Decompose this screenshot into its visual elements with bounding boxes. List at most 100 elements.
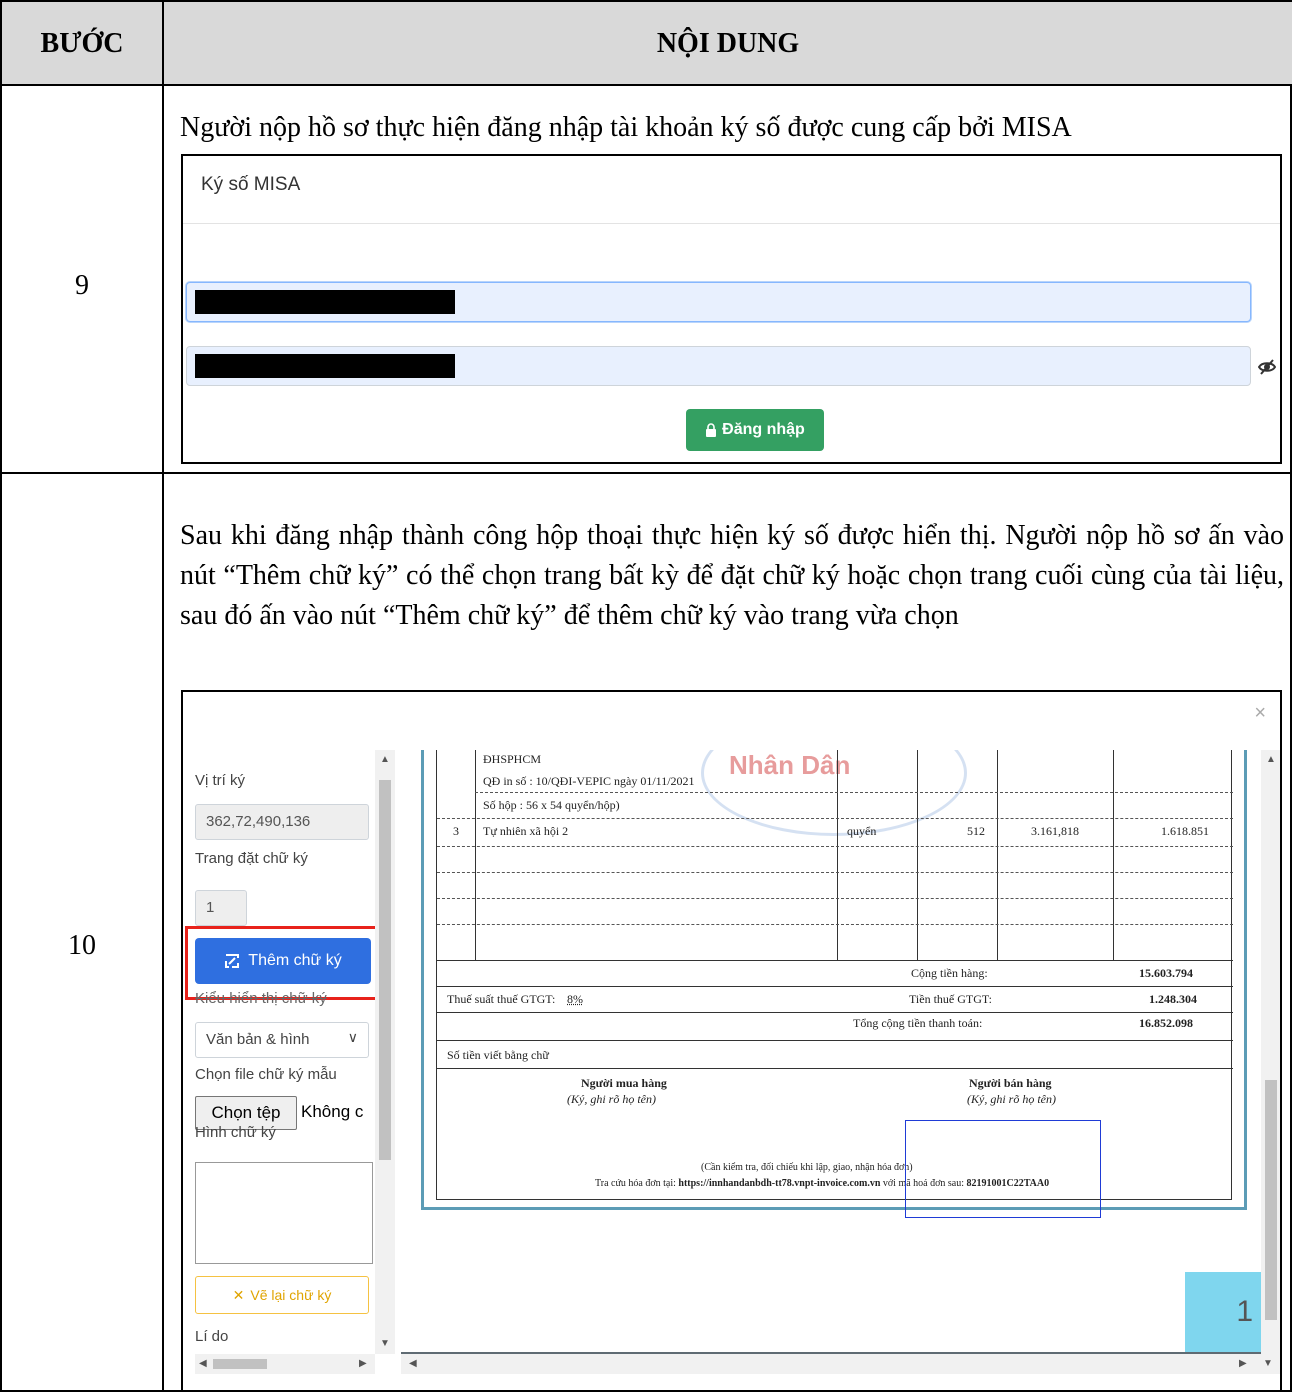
row-divider — [437, 960, 1233, 961]
sign-page-label: Trang đặt chữ ký — [195, 850, 308, 867]
close-icon: ✕ — [232, 1286, 245, 1303]
redacted-value — [195, 354, 455, 378]
scroll-left-icon[interactable]: ◀ — [409, 1358, 417, 1369]
seller-title: Người bán hàng — [969, 1076, 1052, 1090]
login-button[interactable]: Đăng nhập — [686, 409, 824, 451]
amount-in-words-label: Số tiền viết bằng chữ — [447, 1048, 549, 1062]
scroll-up-icon[interactable]: ▲ — [380, 754, 390, 765]
scroll-down-icon[interactable]: ▼ — [1263, 1358, 1273, 1369]
scroll-down-icon[interactable]: ▼ — [380, 1338, 390, 1349]
sign-page-input[interactable]: 1 — [195, 890, 247, 926]
chevron-down-icon: ∨ — [347, 1029, 358, 1045]
invoice-line-2: QĐ in số : 10/QĐI-VEPIC ngày 01/11/2021 — [483, 774, 695, 788]
redacted-value — [195, 290, 455, 314]
vat-label: Tiền thuế GTGT: — [909, 992, 992, 1006]
total-label: Tổng cộng tiền thanh toán: — [853, 1016, 983, 1030]
scroll-right-icon[interactable]: ▶ — [1239, 1358, 1247, 1369]
redraw-signature-button[interactable]: ✕ Vẽ lại chữ ký — [195, 1276, 369, 1314]
row-qty: 512 — [967, 824, 985, 838]
display-type-value: Văn bản & hình — [206, 1031, 310, 1048]
password-field[interactable] — [186, 346, 1251, 386]
row-price: 3.161,818 — [1031, 824, 1079, 838]
column-divider — [162, 2, 164, 1392]
header-content: NỘI DUNG — [656, 28, 800, 59]
eye-slash-icon[interactable] — [1258, 358, 1276, 376]
signature-image-label: Hình chữ ký — [195, 1124, 276, 1141]
scroll-left-icon[interactable]: ◀ — [199, 1358, 207, 1369]
step-number-10: 10 — [68, 930, 96, 961]
dialog-title: Ký số MISA — [201, 174, 301, 195]
lookup-url: https://innhandanbdh-tt78.vnpt-invoice.c… — [678, 1178, 881, 1189]
subtotal-label: Cộng tiền hàng: — [911, 966, 988, 980]
lookup-prefix: Tra cứu hóa đơn tại: — [595, 1178, 676, 1189]
seller-note: (Ký, ghi rõ họ tên) — [967, 1092, 1056, 1106]
header-divider — [2, 84, 1292, 86]
signature-settings-panel: Vị trí ký 362,72,490,136 Trang đặt chữ k… — [183, 750, 395, 1374]
vat-value: 1.248.304 — [1149, 992, 1197, 1006]
col-line — [1113, 750, 1114, 960]
vat-rate-label: Thuế suất thuế GTGT: — [447, 992, 556, 1006]
col-line — [475, 750, 476, 960]
username-field[interactable] — [186, 282, 1251, 322]
steps-table: BƯỚC NỘI DUNG 9 Người nộp hồ sơ thực hiệ… — [0, 0, 1292, 1392]
row-divider — [437, 818, 1233, 819]
scrollbar-thumb[interactable] — [379, 780, 391, 1160]
col-line — [997, 750, 998, 960]
scroll-up-icon[interactable]: ▲ — [1266, 754, 1276, 765]
row-name: Tự nhiên xã hội 2 — [483, 824, 569, 838]
row-divider — [437, 846, 1233, 847]
signature-drawing-area[interactable] — [195, 1162, 373, 1264]
row-no: 3 — [453, 824, 459, 838]
left-horizontal-scrollbar[interactable]: ◀ ▶ — [195, 1354, 375, 1374]
total-value: 16.852.098 — [1139, 1016, 1193, 1030]
scrollbar-thumb[interactable] — [213, 1359, 267, 1369]
row-unit: quyển — [847, 824, 877, 838]
invoice-line-1: ĐHSPHCM — [483, 752, 542, 766]
display-type-select[interactable]: Văn bản & hình ∨ — [195, 1022, 369, 1058]
close-icon[interactable]: × — [1254, 702, 1266, 725]
page-number-badge: 1 — [1185, 1272, 1261, 1352]
table-header: BƯỚC NỘI DUNG — [2, 2, 1292, 86]
misa-login-screenshot: Ký số MISA Đăng nhập — [181, 154, 1282, 464]
row-divider — [437, 1040, 1233, 1041]
row-divider — [475, 792, 1233, 793]
no-file-text: Không c — [301, 1102, 364, 1121]
document-preview: Nhân Dân ĐHSPHCM QĐ in số : 10/QĐI-VEPIC… — [401, 750, 1261, 1374]
document-vertical-scrollbar[interactable]: ▲ — [1261, 750, 1280, 1354]
row-divider — [437, 924, 1233, 925]
invoice-footer-note: (Cần kiểm tra, đối chiếu khi lập, giao, … — [701, 1162, 913, 1173]
document-horizontal-scrollbar[interactable]: ◀ ▶ ▼ — [401, 1354, 1280, 1374]
row-divider — [437, 898, 1233, 899]
sample-file-label: Chọn file chữ ký mẫu — [195, 1066, 337, 1083]
buyer-note: (Ký, ghi rõ họ tên) — [567, 1092, 656, 1106]
vat-rate-value: 8% — [567, 992, 583, 1006]
scroll-right-icon[interactable]: ▶ — [359, 1358, 367, 1369]
signing-dialog-screenshot: × Vị trí ký 362,72,490,136 Trang đặt chữ… — [181, 690, 1282, 1392]
row-divider — [437, 1068, 1233, 1069]
redraw-label: Vẽ lại chữ ký — [250, 1287, 332, 1303]
col-line — [837, 750, 838, 960]
step-number-9: 9 — [75, 270, 89, 301]
subtotal-value: 15.603.794 — [1139, 966, 1193, 980]
invoice-table: ĐHSPHCM QĐ in số : 10/QĐI-VEPIC ngày 01/… — [436, 750, 1233, 1200]
step-10-description: Sau khi đăng nhập thành công hộp thoại t… — [180, 520, 1284, 631]
row-divider — [437, 1012, 1233, 1013]
invoice-page: ĐHSPHCM QĐ in số : 10/QĐI-VEPIC ngày 01/… — [421, 750, 1247, 1210]
lock-icon — [706, 423, 717, 437]
step-9-description: Người nộp hồ sơ thực hiện đăng nhập tài … — [180, 112, 1072, 143]
buyer-title: Người mua hàng — [581, 1076, 667, 1090]
row-divider — [2, 472, 1292, 474]
left-vertical-scrollbar[interactable]: ▲ ▼ — [375, 750, 395, 1354]
header-step: BƯỚC — [40, 28, 124, 59]
login-button-label: Đăng nhập — [722, 421, 805, 438]
display-type-label: Kiểu hiển thị chữ ký — [195, 990, 327, 1007]
col-line — [917, 750, 918, 960]
row-amount: 1.618.851 — [1161, 824, 1209, 838]
signature-placement-box[interactable] — [905, 1120, 1101, 1218]
title-separator — [183, 223, 1280, 224]
scrollbar-thumb[interactable] — [1265, 1080, 1277, 1320]
row-divider — [437, 986, 1233, 987]
highlight-box — [185, 926, 391, 1000]
row-divider — [437, 872, 1233, 873]
sign-position-input[interactable]: 362,72,490,136 — [195, 804, 369, 840]
